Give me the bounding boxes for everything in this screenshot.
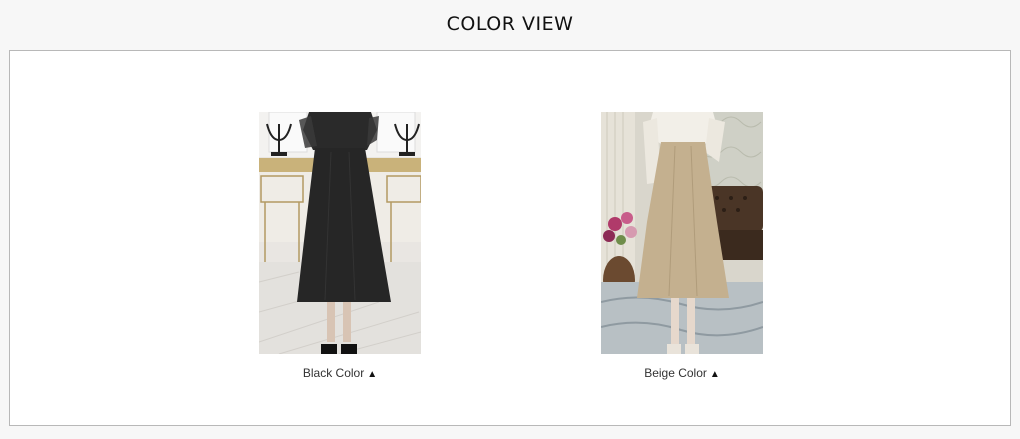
color-view-frame: Black Color ▲ Beige Color ▲ [9,50,1011,426]
color-view-section: COLOR VIEW Black Color ▲ Beige Color ▲ [0,0,1020,439]
triangle-up-icon: ▲ [709,369,720,380]
color-card-beige[interactable]: Beige Color ▲ [601,112,763,380]
section-title: COLOR VIEW [446,13,574,35]
black-skirt-photo[interactable] [259,112,421,354]
color-caption-beige[interactable]: Beige Color ▲ [601,366,763,380]
color-card-black[interactable]: Black Color ▲ [259,112,421,380]
beige-skirt-photo[interactable] [601,112,763,354]
caption-label: Black Color [302,366,365,380]
triangle-up-icon: ▲ [367,369,378,380]
color-caption-black[interactable]: Black Color ▲ [259,366,421,380]
caption-label: Beige Color [644,366,707,380]
